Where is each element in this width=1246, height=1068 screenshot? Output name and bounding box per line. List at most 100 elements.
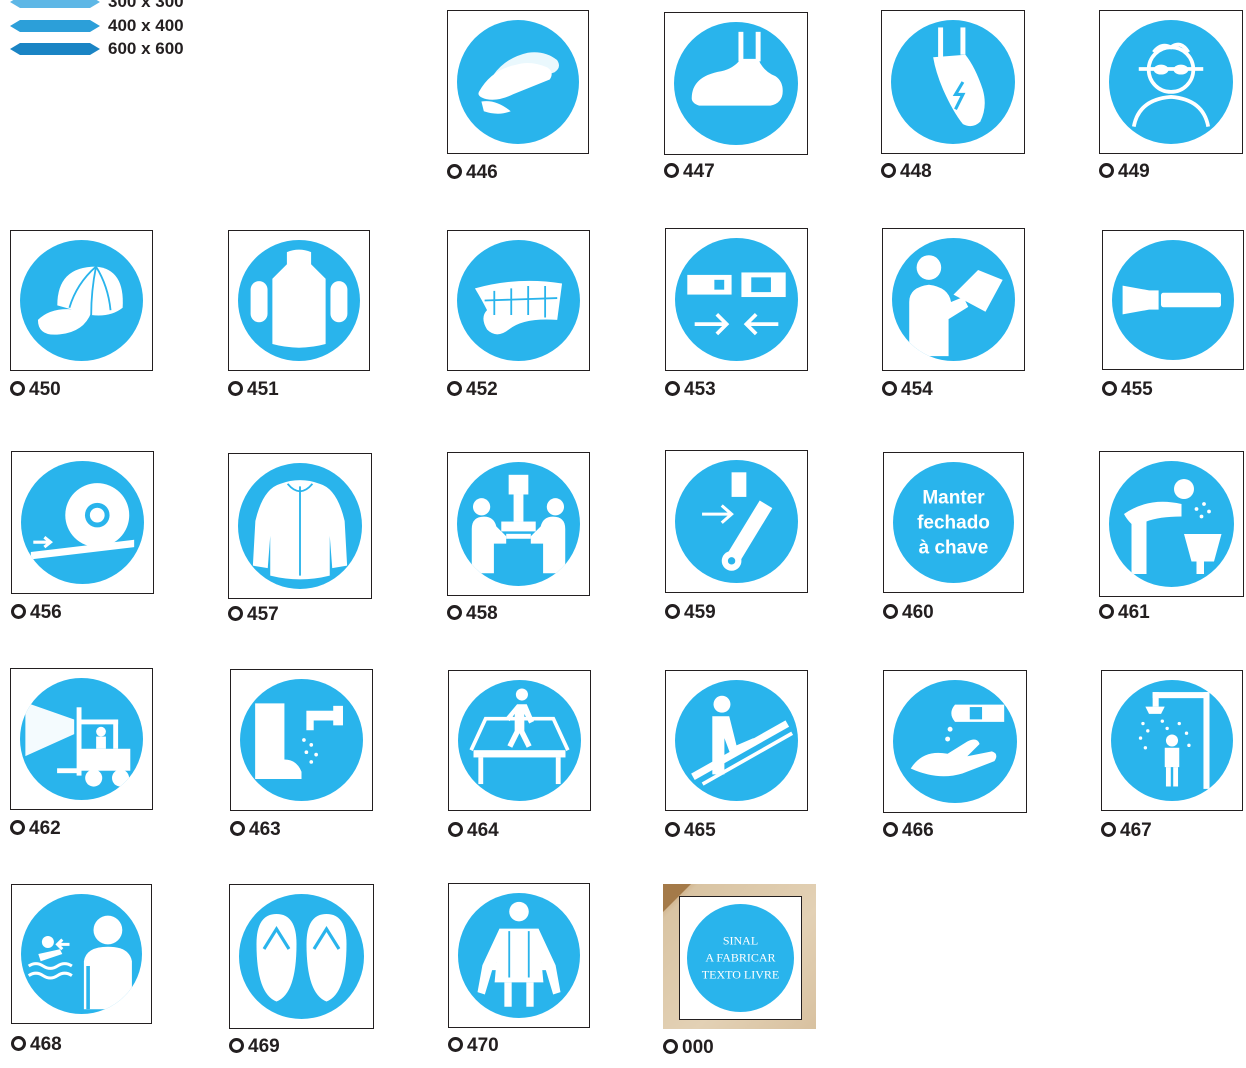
shoe-cover-icon bbox=[674, 22, 798, 145]
flip-flops-icon bbox=[239, 894, 364, 1019]
sign-code: 463 bbox=[230, 819, 281, 841]
ring-icon bbox=[228, 606, 243, 621]
sign-code-number: 449 bbox=[1118, 161, 1150, 182]
flashlight-icon bbox=[1112, 240, 1234, 360]
sign-text-line: TEXTO LIVRE bbox=[701, 967, 780, 982]
ring-icon bbox=[448, 1037, 463, 1052]
ring-icon bbox=[883, 822, 898, 837]
sign-text-line: A FABRICAR bbox=[705, 950, 776, 965]
sign-code: 460 bbox=[883, 602, 934, 624]
ring-icon bbox=[665, 822, 680, 837]
sign-frame bbox=[1101, 670, 1243, 811]
sign-frame: SINAL A FABRICAR TEXTO LIVRE bbox=[679, 896, 802, 1020]
sign-frame bbox=[10, 668, 153, 810]
ring-icon bbox=[663, 1039, 678, 1054]
sign-code: 450 bbox=[10, 379, 61, 401]
sign-code-number: 459 bbox=[684, 602, 716, 623]
use-footbridge-icon bbox=[458, 680, 581, 801]
sign-code: 466 bbox=[883, 820, 934, 842]
size-arrow-icon bbox=[10, 0, 100, 8]
protective-glove-icon bbox=[457, 240, 580, 361]
ring-icon bbox=[882, 381, 897, 396]
sign-code: 454 bbox=[882, 379, 933, 401]
two-person-operation-icon bbox=[457, 462, 580, 586]
sign-frame bbox=[1102, 230, 1244, 370]
tape-roll-icon bbox=[21, 461, 144, 584]
read-manual-icon bbox=[892, 238, 1015, 361]
sign-text-line: à chave bbox=[918, 537, 989, 558]
sign-text-line: fechado bbox=[917, 512, 990, 533]
sign-text: Manter fechado à chave bbox=[893, 485, 1014, 560]
ring-icon bbox=[448, 822, 463, 837]
apron-sleeves-icon bbox=[238, 240, 360, 361]
sign-code-number: 454 bbox=[901, 379, 933, 400]
sign-frame bbox=[447, 230, 590, 371]
sign-frame bbox=[230, 669, 373, 811]
sign-code-number: 453 bbox=[684, 379, 716, 400]
sign-code: 456 bbox=[11, 602, 62, 624]
sign-frame bbox=[447, 452, 590, 596]
sign-frame bbox=[228, 453, 372, 599]
sign-code: 000 bbox=[663, 1037, 714, 1059]
jacket-icon bbox=[238, 463, 362, 589]
sign-frame bbox=[10, 230, 153, 371]
sign-code-number: 460 bbox=[902, 602, 934, 623]
sign-code: 452 bbox=[447, 379, 498, 401]
sign-code: 455 bbox=[1102, 379, 1153, 401]
shower-icon bbox=[1111, 680, 1233, 801]
ring-icon bbox=[447, 164, 462, 179]
sign-code: 458 bbox=[447, 603, 498, 625]
sign-frame bbox=[881, 10, 1025, 154]
sign-code: 447 bbox=[664, 161, 715, 183]
sign-frame bbox=[448, 883, 590, 1028]
sign-frame bbox=[448, 670, 591, 811]
cap-icon bbox=[20, 240, 143, 361]
ring-icon bbox=[230, 821, 245, 836]
custom-text-disc: SINAL A FABRICAR TEXTO LIVRE bbox=[687, 904, 794, 1012]
ring-icon bbox=[1099, 604, 1114, 619]
wood-background: SINAL A FABRICAR TEXTO LIVRE bbox=[663, 884, 816, 1029]
legend-row-600: 600 x 600 bbox=[8, 39, 208, 59]
hand-cream-icon bbox=[893, 680, 1017, 803]
sign-frame bbox=[665, 228, 808, 371]
lifeguard-icon bbox=[21, 894, 142, 1014]
sign-code: 469 bbox=[229, 1036, 280, 1058]
sign-text-line: Manter bbox=[922, 487, 985, 508]
sign-text: SINAL A FABRICAR TEXTO LIVRE bbox=[687, 933, 794, 984]
ring-icon bbox=[1101, 822, 1116, 837]
ring-icon bbox=[664, 163, 679, 178]
sign-code-number: 464 bbox=[467, 820, 499, 841]
sign-code: 448 bbox=[881, 161, 932, 183]
ring-icon bbox=[1099, 163, 1114, 178]
antistatic-shoe-icon bbox=[891, 20, 1015, 144]
sign-code: 457 bbox=[228, 604, 279, 626]
child-goggles-icon bbox=[1109, 20, 1233, 144]
ring-icon bbox=[881, 163, 896, 178]
sign-code-number: 466 bbox=[902, 820, 934, 841]
sign-code-number: 448 bbox=[900, 161, 932, 182]
sign-frame bbox=[1099, 451, 1244, 597]
sign-frame bbox=[447, 10, 589, 154]
sign-code-number: 446 bbox=[466, 162, 498, 183]
sign-code: 449 bbox=[1099, 161, 1150, 183]
ring-icon bbox=[447, 381, 462, 396]
sign-code-number: 452 bbox=[466, 379, 498, 400]
legend-size-label: 400 x 400 bbox=[108, 16, 184, 35]
legend-row-400: 400 x 400 bbox=[8, 16, 208, 36]
wash-boots-icon bbox=[240, 679, 363, 801]
sign-code: 465 bbox=[665, 820, 716, 842]
sign-code-number: 458 bbox=[466, 603, 498, 624]
ring-icon bbox=[229, 1038, 244, 1053]
seat-belt-icon bbox=[675, 238, 798, 361]
text-sign-disc: Manter fechado à chave bbox=[893, 462, 1014, 583]
ring-icon bbox=[447, 605, 462, 620]
sign-code-number: 447 bbox=[683, 161, 715, 182]
clogs-icon bbox=[457, 20, 579, 144]
sign-code-number: 451 bbox=[247, 379, 279, 400]
sign-code-number: 000 bbox=[682, 1037, 714, 1058]
sign-frame bbox=[883, 670, 1027, 813]
sign-code-number: 457 bbox=[247, 604, 279, 625]
sign-text-line: SINAL bbox=[722, 933, 759, 948]
sign-code-number: 461 bbox=[1118, 602, 1150, 623]
sign-code-number: 463 bbox=[249, 819, 281, 840]
